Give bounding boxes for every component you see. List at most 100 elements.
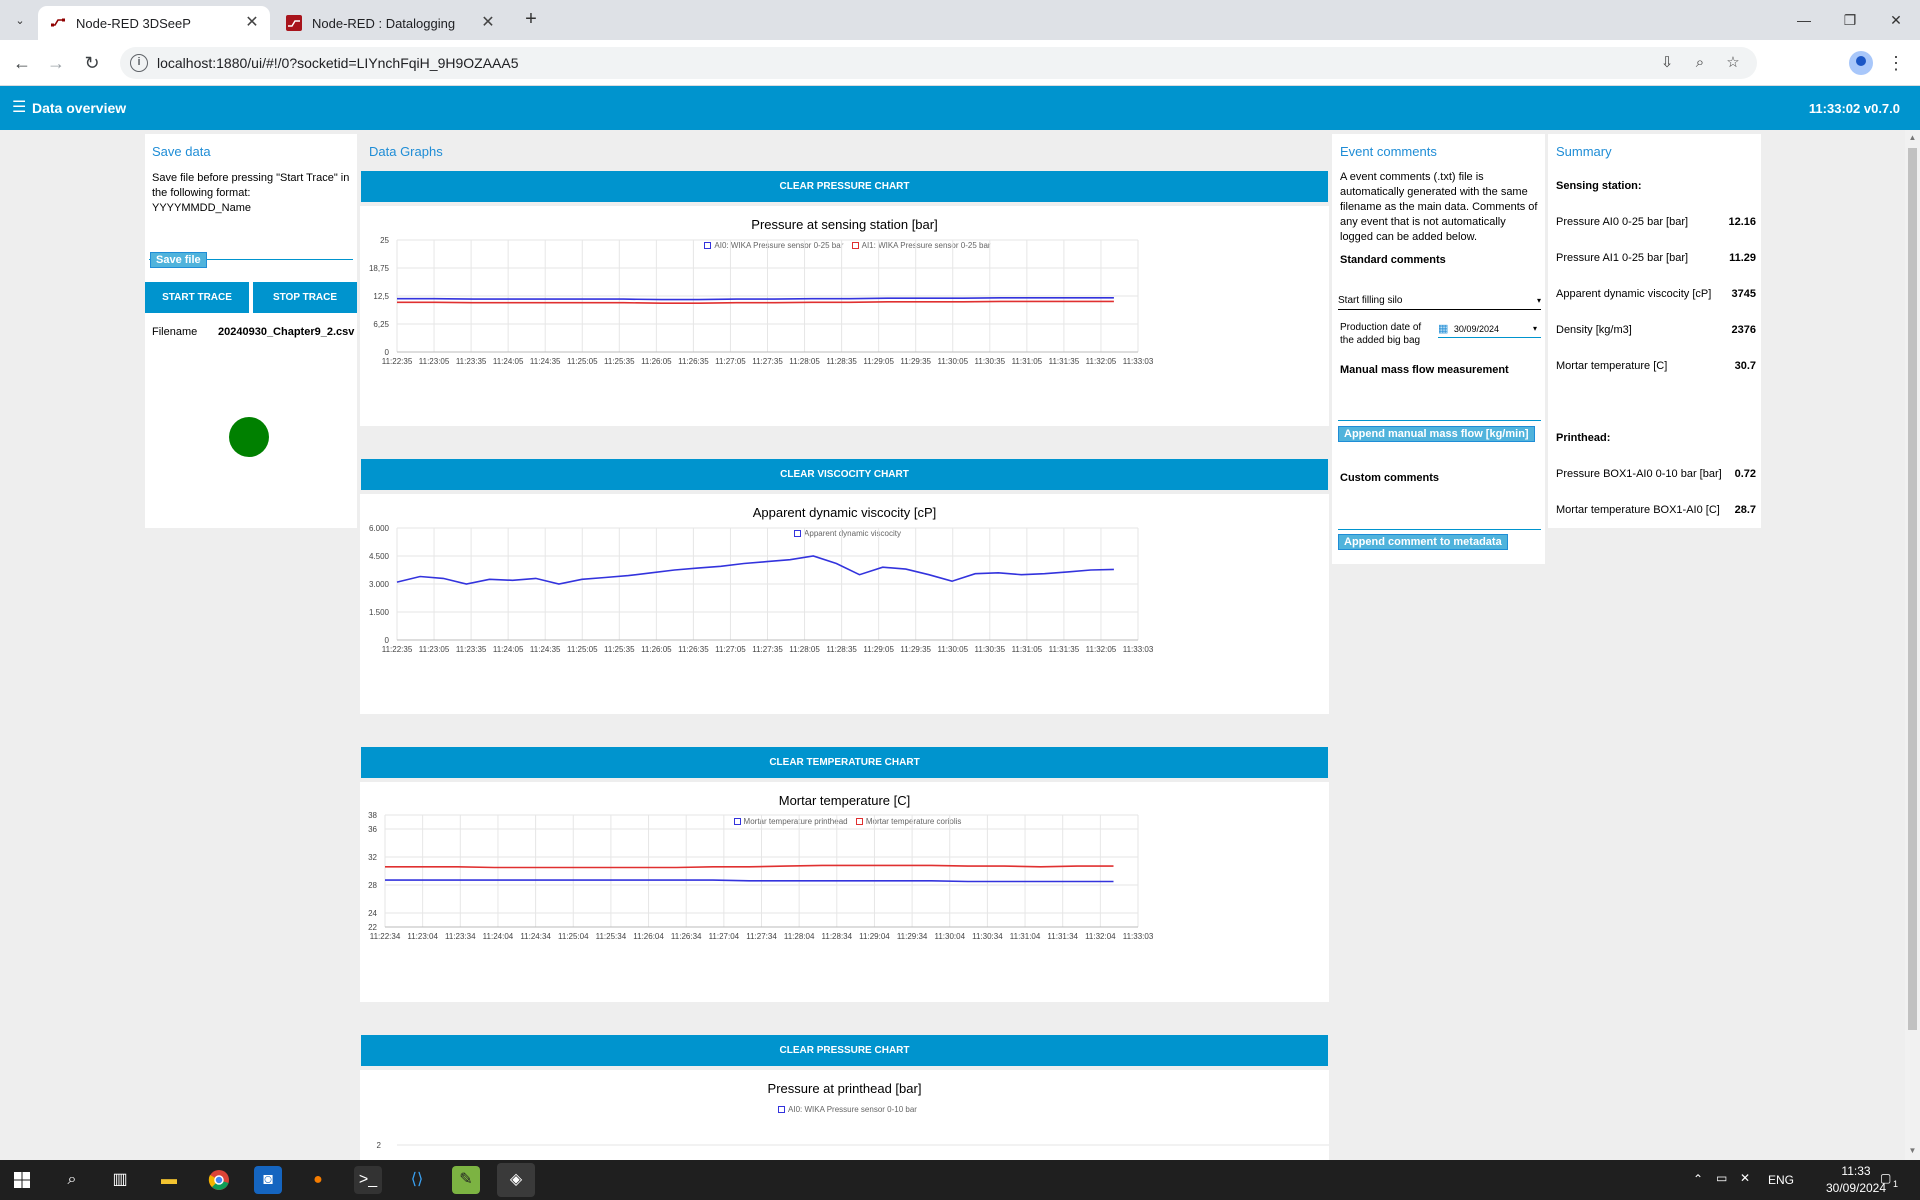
stop-trace-button[interactable]: STOP TRACE bbox=[253, 282, 357, 313]
task-view-icon[interactable]: ▥ bbox=[106, 1166, 134, 1194]
search-icon[interactable]: ⌕ bbox=[58, 1166, 86, 1194]
y-tick-label: 28 bbox=[368, 881, 377, 890]
printhead-pressure-chart-card: Pressure at printhead [bar] AI0: WIKA Pr… bbox=[360, 1070, 1329, 1160]
notification-count: 1 bbox=[1893, 1179, 1899, 1189]
calendar-icon[interactable]: ▦ bbox=[1438, 323, 1448, 335]
viscocity-chart: 11:22:35 11:23:05 11:23:35 11:24:05 11:24:35… bbox=[369, 524, 1154, 654]
node-red-icon bbox=[51, 18, 65, 27]
x-tick-label: 11:29:05 bbox=[863, 357, 894, 366]
site-info-icon[interactable]: i bbox=[130, 54, 148, 72]
clear-printhead-pressure-chart-button[interactable]: CLEAR PRESSURE CHART bbox=[361, 1035, 1328, 1066]
x-tick-label: 11:23:04 bbox=[407, 932, 438, 941]
scroll-down-icon[interactable]: ▼ bbox=[1908, 1146, 1917, 1155]
bookmark-star-icon[interactable]: ☆ bbox=[1723, 53, 1743, 73]
notification-icon[interactable]: ▢ bbox=[1880, 1171, 1891, 1185]
append-comment-button[interactable]: Append comment to metadata bbox=[1338, 534, 1508, 550]
url-text: localhost:1880/ui/#!/0?socketid=LIYnchFq… bbox=[157, 55, 519, 71]
reload-icon[interactable]: ↻ bbox=[80, 51, 104, 75]
forward-icon[interactable]: → bbox=[44, 51, 68, 75]
x-tick-label: 11:26:35 bbox=[678, 645, 709, 654]
x-tick-label: 11:24:34 bbox=[520, 932, 551, 941]
series-line bbox=[396, 555, 1114, 585]
chevron-up-icon[interactable]: ⌃ bbox=[1693, 1172, 1703, 1186]
y-tick-label: 25 bbox=[380, 236, 389, 245]
file-explorer-icon[interactable]: ▬ bbox=[155, 1166, 183, 1194]
close-window-icon[interactable]: ✕ bbox=[1873, 8, 1919, 32]
summary-value: 12.16 bbox=[1728, 216, 1756, 228]
x-tick-label: 11:33:03 bbox=[1123, 357, 1154, 366]
x-tick-label: 11:25:35 bbox=[604, 357, 635, 366]
zoom-icon[interactable]: ⌕ bbox=[1690, 53, 1710, 73]
app-icon[interactable]: ● bbox=[304, 1166, 332, 1194]
browser-app-icon[interactable]: ◈ bbox=[497, 1163, 535, 1197]
x-tick-label: 11:28:34 bbox=[822, 932, 853, 941]
save-file-button[interactable]: Save file bbox=[150, 252, 207, 268]
scrollbar-thumb[interactable] bbox=[1908, 148, 1917, 1030]
clear-pressure-chart-button[interactable]: CLEAR PRESSURE CHART bbox=[361, 171, 1328, 202]
x-tick-label: 11:33:03 bbox=[1123, 645, 1154, 654]
outlook-icon[interactable]: ◙ bbox=[254, 1166, 282, 1194]
volume-muted-icon[interactable]: ✕ bbox=[1740, 1171, 1750, 1185]
network-icon[interactable]: ▭ bbox=[1716, 1171, 1727, 1185]
summary-label: Density [kg/m3] bbox=[1556, 324, 1632, 336]
event-comments-card: Event comments A event comments (.txt) f… bbox=[1332, 134, 1545, 564]
production-date-picker[interactable]: ▦ 30/09/2024 ▾ bbox=[1438, 320, 1541, 338]
tab-title: Node-RED 3DSeeP bbox=[76, 15, 191, 31]
close-tab-icon[interactable]: ✕ bbox=[242, 13, 262, 33]
summary-card: Summary Sensing station: Pressure AI0 0-… bbox=[1548, 134, 1761, 528]
new-tab-icon[interactable]: + bbox=[520, 9, 542, 31]
close-tab-icon[interactable]: ✕ bbox=[478, 13, 498, 33]
y-tick-label: 6.000 bbox=[369, 524, 390, 533]
minimize-icon[interactable]: — bbox=[1781, 8, 1827, 32]
restore-icon[interactable]: ❐ bbox=[1827, 8, 1873, 32]
x-tick-label: 11:32:04 bbox=[1085, 932, 1116, 941]
notepad-icon[interactable]: ✎ bbox=[452, 1166, 480, 1194]
x-tick-label: 11:30:35 bbox=[975, 357, 1006, 366]
x-tick-label: 11:31:35 bbox=[1049, 357, 1080, 366]
page-scrollbar[interactable]: ▲ ▼ bbox=[1905, 130, 1920, 1160]
browser-tab-bar: ⌄ Node-RED 3DSeeP ✕ Node-RED : Dataloggi… bbox=[0, 0, 1920, 40]
back-icon[interactable]: ← bbox=[10, 51, 34, 75]
y-tick-label: 2 bbox=[377, 1141, 382, 1150]
clock-version: 11:33:02 v0.7.0 bbox=[1808, 101, 1900, 116]
x-tick-label: 11:28:35 bbox=[826, 645, 857, 654]
dropdown-arrow-icon: ▾ bbox=[1532, 324, 1537, 333]
x-tick-label: 11:26:04 bbox=[633, 932, 664, 941]
production-date-label: Production date of the added big bag bbox=[1340, 322, 1422, 346]
x-tick-label: 11:24:35 bbox=[530, 645, 561, 654]
standard-comments-select[interactable]: Start filling silo ▾ bbox=[1338, 292, 1541, 310]
browser-tab-datalogging[interactable]: Node-RED : Datalogging ✕ bbox=[274, 6, 506, 40]
install-app-icon[interactable]: ⇩ bbox=[1657, 53, 1677, 73]
save-data-card: Save data Save file before pressing "Sta… bbox=[145, 134, 357, 528]
manual-mass-flow-input[interactable] bbox=[1338, 401, 1541, 421]
profile-avatar-icon[interactable] bbox=[1849, 51, 1873, 75]
browser-tab-node-red-3dseep[interactable]: Node-RED 3DSeeP ✕ bbox=[38, 6, 270, 40]
scroll-up-icon[interactable]: ▲ bbox=[1908, 133, 1917, 142]
address-bar[interactable]: i localhost:1880/ui/#!/0?socketid=LIYnch… bbox=[120, 47, 1757, 79]
windows-taskbar: ⌕ ▥ ▬ ◙ ● >_ ⟨⟩ ✎ ◈ ⌃ ▭ ✕ ENG 11:33 30/0… bbox=[0, 1160, 1920, 1200]
custom-comments-input[interactable] bbox=[1338, 510, 1541, 530]
summary-label: Pressure AI1 0-25 bar [bar] bbox=[1556, 252, 1689, 264]
tab-title: Node-RED : Datalogging bbox=[312, 15, 456, 31]
vscode-icon[interactable]: ⟨⟩ bbox=[403, 1166, 431, 1194]
language-indicator[interactable]: ENG bbox=[1768, 1173, 1794, 1187]
temperature-chart: 11:22:34 11:23:04 11:23:34 11:24:04 11:24:34… bbox=[368, 811, 1154, 941]
windows-start-icon[interactable] bbox=[14, 1172, 30, 1188]
temperature-chart-card: Mortar temperature [C] Mortar temperatur… bbox=[360, 782, 1329, 1002]
dashboard-header: ☰ Data overview 11:33:02 v0.7.0 bbox=[0, 86, 1920, 130]
more-menu-icon[interactable]: ⋮ bbox=[1887, 51, 1905, 75]
x-tick-label: 11:31:05 bbox=[1012, 645, 1043, 654]
clear-temperature-chart-button[interactable]: CLEAR TEMPERATURE CHART bbox=[361, 747, 1328, 778]
start-trace-button[interactable]: START TRACE bbox=[145, 282, 249, 313]
chrome-icon[interactable] bbox=[205, 1166, 233, 1194]
x-tick-label: 11:27:05 bbox=[715, 357, 746, 366]
x-tick-label: 11:33:03 bbox=[1123, 932, 1154, 941]
terminal-icon[interactable]: >_ bbox=[354, 1166, 382, 1194]
hamburger-menu-icon[interactable]: ☰ bbox=[12, 97, 26, 117]
append-mass-flow-button[interactable]: Append manual mass flow [kg/min] bbox=[1338, 426, 1535, 442]
tab-search-icon[interactable]: ⌄ bbox=[8, 8, 32, 32]
x-tick-label: 11:32:05 bbox=[1086, 645, 1117, 654]
clear-viscocity-chart-button[interactable]: CLEAR VISCOCITY CHART bbox=[361, 459, 1328, 490]
x-tick-label: 11:22:35 bbox=[382, 645, 413, 654]
x-tick-label: 11:29:35 bbox=[900, 357, 931, 366]
